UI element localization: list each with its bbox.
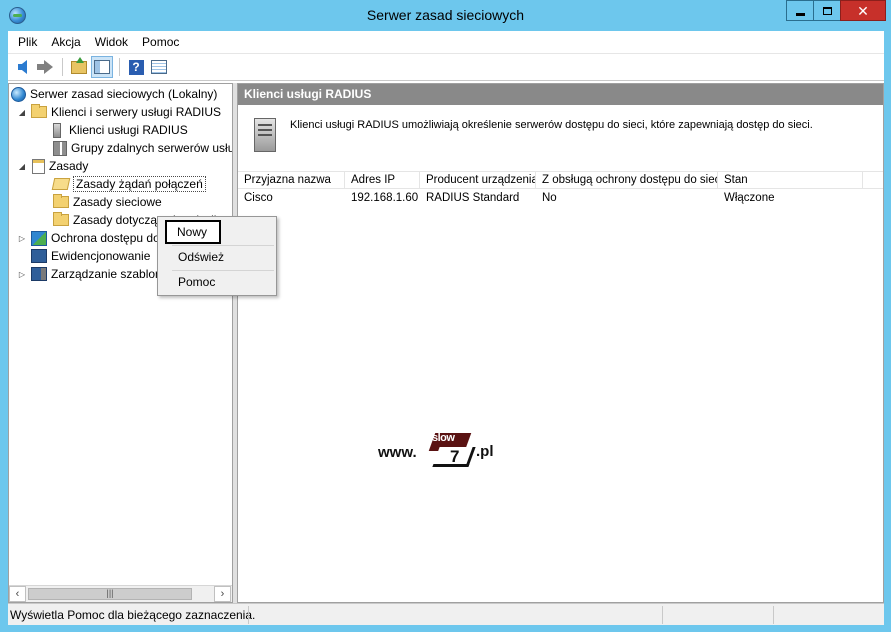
tree-item-label: Grupy zdalnych serwerów usługi RADIUS — [71, 141, 232, 155]
server-icon — [254, 118, 276, 152]
folder-icon — [53, 212, 69, 226]
scroll-left-icon[interactable]: ‹ — [9, 586, 26, 602]
tree-horizontal-scrollbar[interactable]: ‹ ||| › — [9, 585, 232, 602]
tree-item-label: Zasady sieciowe — [73, 195, 162, 209]
tree-item-radius-group[interactable]: ◢ Klienci i serwery usługi RADIUS — [17, 103, 221, 121]
column-nap-capable[interactable]: Z obsługą ochrony dostępu do sieci — [536, 172, 718, 188]
folder-open-icon — [51, 178, 71, 190]
details-pane: Klienci usługi RADIUS Klienci usługi RAD… — [237, 83, 884, 603]
collapse-icon[interactable]: ◢ — [17, 162, 27, 171]
tree-item-label: Klienci i serwery usługi RADIUS — [51, 105, 222, 119]
tree-item-label: Klienci usługi RADIUS — [69, 123, 188, 137]
column-vendor[interactable]: Producent urządzenia — [420, 172, 536, 188]
cell-status: Włączone — [724, 192, 775, 204]
toolbar: ? — [8, 53, 884, 81]
watermark-tld: .pl — [476, 443, 494, 460]
toolbar-separator — [119, 58, 120, 76]
column-friendly-name[interactable]: Przyjazna nazwa — [238, 172, 345, 188]
context-menu-new[interactable]: Nowy — [165, 220, 221, 244]
tree-item-label: Zasady żądań połączeń — [73, 176, 206, 192]
watermark-flag: slow 7 — [426, 431, 476, 469]
console-tree-icon — [94, 60, 110, 74]
watermark-slow: slow — [432, 432, 455, 444]
tree-item-radius-clients[interactable]: Klienci usługi RADIUS — [49, 121, 188, 139]
servers-icon — [53, 140, 67, 156]
toolbar-separator — [62, 58, 63, 76]
status-bar: Wyświetla Pomoc dla bieżącego zaznaczeni… — [8, 603, 884, 625]
maximize-button[interactable] — [813, 0, 840, 21]
cell-friendly-name: Cisco — [244, 192, 273, 204]
minimize-button[interactable] — [786, 0, 813, 21]
watermark-seven: 7 — [450, 447, 460, 466]
help-button[interactable]: ? — [125, 56, 147, 78]
tree-item-accounting[interactable]: Ewidencjonowanie — [31, 247, 150, 265]
folder-up-icon — [71, 56, 87, 74]
tree-item-connection-request[interactable]: Zasady żądań połączeń — [51, 175, 206, 193]
tree-item-remote-groups[interactable]: Grupy zdalnych serwerów usługi RADIUS — [53, 139, 232, 157]
help-icon: ? — [128, 59, 144, 75]
details-header: Klienci usługi RADIUS — [238, 84, 883, 105]
context-menu: Nowy Odśwież Pomoc — [157, 216, 277, 296]
tree-item-root[interactable]: Serwer zasad sieciowych (Lokalny) — [11, 85, 217, 103]
minimize-icon — [795, 13, 805, 16]
menu-view[interactable]: Widok — [88, 31, 135, 53]
folder-icon — [53, 194, 69, 208]
close-icon: ✕ — [857, 2, 869, 19]
watermark-logo: www. slow 7 .pl — [378, 431, 508, 475]
back-arrow-icon — [17, 60, 27, 74]
back-button[interactable] — [11, 56, 33, 78]
title-bar: Serwer zasad sieciowych ✕ — [0, 0, 891, 31]
cell-vendor: RADIUS Standard — [426, 192, 520, 204]
column-status[interactable]: Stan — [718, 172, 863, 188]
menu-help[interactable]: Pomoc — [135, 31, 186, 53]
accounting-icon — [31, 249, 47, 263]
tree-item-network-policies[interactable]: Zasady sieciowe — [53, 193, 162, 211]
globe-icon — [11, 86, 26, 102]
tree-item-label: Ewidencjonowanie — [51, 249, 151, 263]
column-ip-address[interactable]: Adres IP — [345, 172, 420, 188]
client-area: Plik Akcja Widok Pomoc ? Serwer zasad si… — [8, 31, 884, 625]
collapse-icon[interactable]: ◢ — [17, 108, 27, 117]
scroll-right-icon[interactable]: › — [214, 586, 231, 602]
context-menu-help[interactable]: Pomoc — [166, 270, 274, 294]
table-header: Przyjazna nazwa Adres IP Producent urząd… — [238, 171, 883, 189]
description-text: Klienci usługi RADIUS umożliwiają określ… — [290, 119, 813, 131]
tree-item-label: Serwer zasad sieciowych (Lokalny) — [30, 87, 218, 101]
menu-action[interactable]: Akcja — [44, 31, 87, 53]
watermark-www: www. — [378, 444, 417, 461]
menu-file[interactable]: Plik — [11, 31, 44, 53]
tree-item-label: Zasady — [49, 159, 89, 173]
expand-icon[interactable]: ▷ — [17, 270, 27, 279]
status-text: Wyświetla Pomoc dla bieżącego zaznaczeni… — [10, 608, 256, 622]
forward-arrow-icon — [36, 60, 53, 74]
status-divider — [248, 606, 249, 624]
folder-icon — [31, 104, 47, 118]
menu-bar: Plik Akcja Widok Pomoc — [8, 31, 884, 53]
context-menu-refresh[interactable]: Odśwież — [166, 245, 274, 269]
up-one-level-button[interactable] — [68, 56, 90, 78]
policy-icon — [32, 158, 45, 174]
properties-icon — [151, 60, 167, 74]
server-icon — [53, 122, 61, 138]
tree-item-policies[interactable]: ◢ Zasady — [17, 157, 88, 175]
status-divider — [662, 606, 663, 624]
app-window: Serwer zasad sieciowych ✕ Plik Akcja Wid… — [0, 0, 891, 632]
templates-icon — [31, 267, 47, 281]
properties-button[interactable] — [148, 56, 170, 78]
status-divider — [773, 606, 774, 624]
details-description: Klienci usługi RADIUS umożliwiają określ… — [238, 106, 883, 166]
expand-icon[interactable]: ▷ — [17, 234, 27, 243]
shield-icon — [31, 230, 47, 246]
table-row[interactable]: Cisco 192.168.1.60 RADIUS Standard No Wł… — [238, 189, 883, 207]
cell-nap-capable: No — [542, 192, 557, 204]
cell-ip-address: 192.168.1.60 — [351, 192, 419, 204]
window-title: Serwer zasad sieciowych — [366, 7, 525, 23]
scroll-thumb[interactable]: ||| — [28, 588, 192, 600]
console-tree[interactable]: Serwer zasad sieciowych (Lokalny) ◢ Klie… — [8, 83, 233, 603]
close-button[interactable]: ✕ — [840, 0, 886, 21]
show-hide-tree-button[interactable] — [91, 56, 113, 78]
forward-button[interactable] — [34, 56, 56, 78]
radius-clients-table: Przyjazna nazwa Adres IP Producent urząd… — [238, 171, 883, 207]
maximize-icon — [822, 6, 832, 15]
